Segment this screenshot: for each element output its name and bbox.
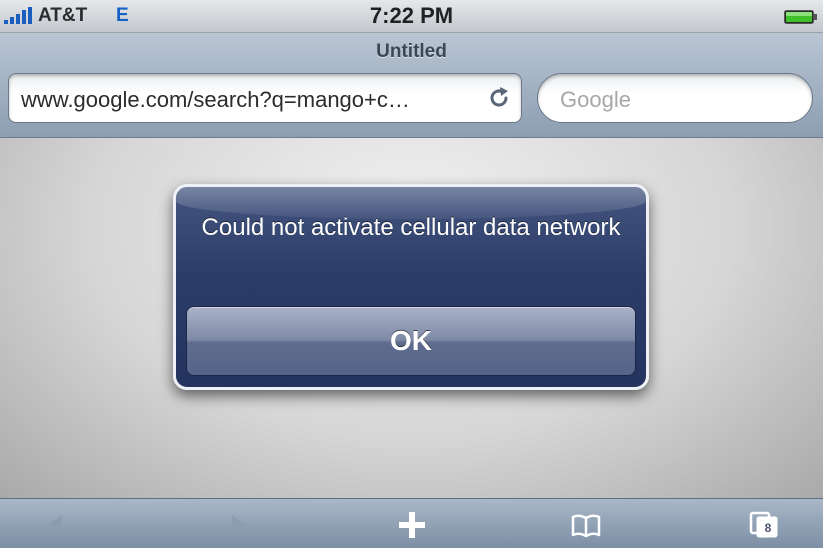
- search-input[interactable]: Google: [537, 73, 813, 123]
- status-bar: AT&T E 7:22 PM: [0, 0, 823, 33]
- alert-message: Could not activate cellular data network: [201, 214, 621, 241]
- reload-icon[interactable]: [487, 86, 511, 110]
- ok-button[interactable]: OK: [186, 306, 636, 376]
- url-address-field[interactable]: www.google.com/search?q=mango+c…: [8, 73, 522, 123]
- iphone-screen: AT&T E 7:22 PM Untitled www.google.com/s…: [0, 0, 823, 548]
- pages-button[interactable]: 8: [748, 509, 780, 541]
- alert-dialog: Could not activate cellular data network…: [173, 184, 649, 390]
- browser-chrome: Untitled www.google.com/search?q=mango+c…: [0, 33, 823, 138]
- search-placeholder: Google: [560, 87, 631, 112]
- page-title: Untitled: [376, 41, 447, 62]
- back-arrow-icon[interactable]: [40, 509, 72, 541]
- pages-count: 8: [764, 521, 772, 535]
- status-time: 7:22 PM: [369, 3, 454, 28]
- bookmarks-book-icon[interactable]: [570, 509, 602, 541]
- battery-icon: [784, 10, 817, 24]
- forward-arrow-icon[interactable]: [222, 509, 254, 541]
- plus-icon[interactable]: [396, 509, 428, 541]
- url-text[interactable]: www.google.com/search?q=mango+c…: [21, 87, 410, 113]
- bottom-toolbar: 8: [0, 498, 823, 548]
